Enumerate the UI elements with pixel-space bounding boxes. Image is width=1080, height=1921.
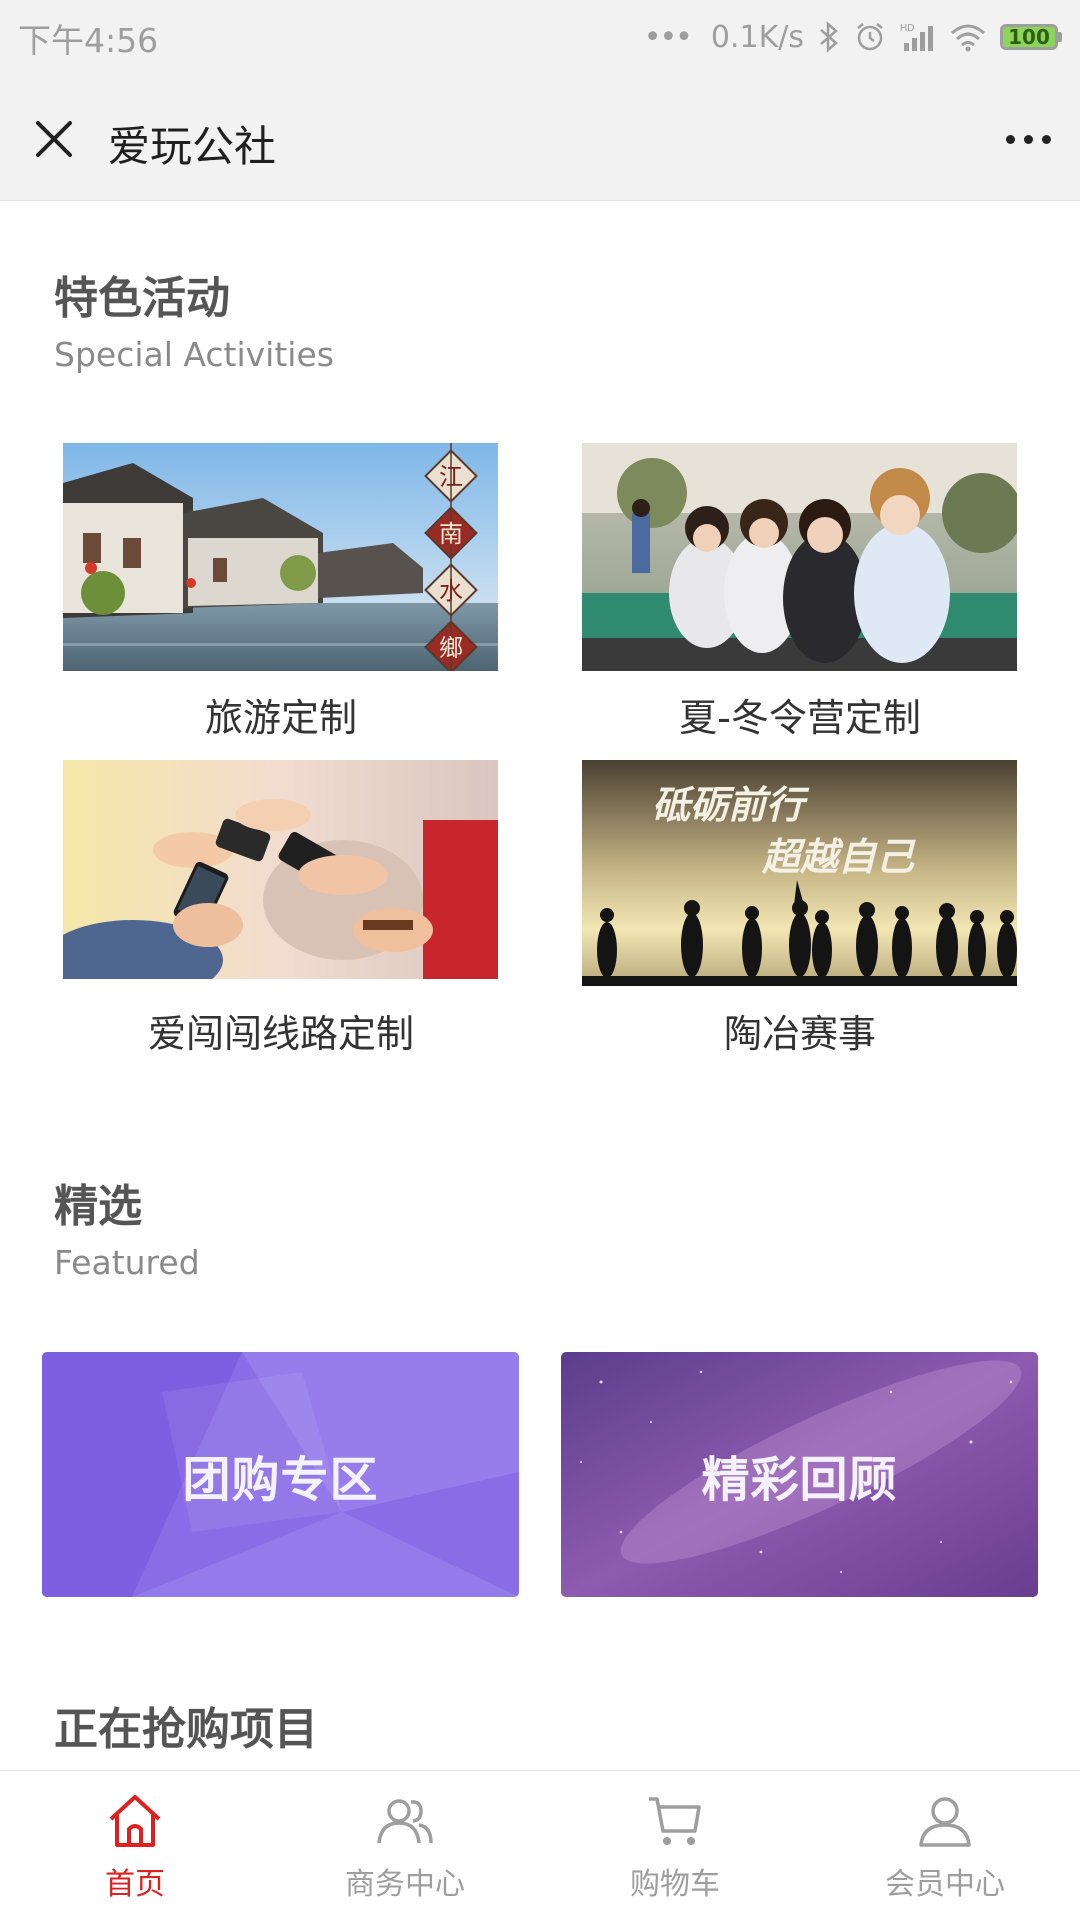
status-time: 下午4:56 <box>18 21 159 60</box>
highlights-label: 精彩回顾 <box>701 1451 898 1508</box>
wifi-icon <box>951 24 985 52</box>
tab-cart-label: 购物车 <box>630 1867 720 1902</box>
activity-label-travel[interactable]: 旅游定制 <box>63 687 499 742</box>
flash-sale-title: 正在抢购项目 <box>54 1704 318 1755</box>
slogan-line-1: 砥砺前行 <box>652 782 810 827</box>
close-icon[interactable] <box>26 111 82 167</box>
banner-char: 南 <box>439 520 463 548</box>
svg-text:HD: HD <box>900 23 914 34</box>
water-town-image: 江 南 水 鄉 <box>63 443 498 671</box>
dot <box>1023 134 1033 144</box>
slogan-line-2: 超越自己 <box>761 834 916 879</box>
tab-home-label: 首页 <box>105 1867 165 1902</box>
featured-subtitle: Featured <box>54 1243 200 1282</box>
status-bar: 下午4:56 ••• 0.1K/s HD 100 <box>0 0 1080 75</box>
notification-dots: ••• <box>643 19 693 55</box>
tab-home[interactable]: 首页 <box>0 1771 270 1921</box>
tab-business-label: 商务中心 <box>345 1867 465 1902</box>
more-dots-icon[interactable] <box>996 111 1060 167</box>
tab-member-label: 会员中心 <box>885 1867 1005 1902</box>
activity-tile-travel[interactable]: 江 南 水 鄉 <box>63 443 498 671</box>
network-speed: 0.1K/s <box>710 19 804 55</box>
bottom-tabbar: 首页 商务中心 购物车 会员中心 <box>0 1770 1080 1920</box>
banner-char: 江 <box>439 463 463 491</box>
banner-char: 鄉 <box>439 634 463 662</box>
activity-tile-camp[interactable] <box>582 443 1017 671</box>
activity-tile-route[interactable] <box>63 760 498 979</box>
activity-label-competition[interactable]: 陶冶赛事 <box>582 1003 1018 1058</box>
activity-tile-competition[interactable]: 砥砺前行 超越自己 <box>582 760 1017 986</box>
activity-label-route[interactable]: 爱闯闯线路定制 <box>63 1003 499 1058</box>
group-buy-label: 团购专区 <box>182 1451 379 1508</box>
phones-image <box>63 760 498 979</box>
battery-tip <box>1058 32 1062 42</box>
nav-bar: 爱玩公社 <box>0 75 1080 201</box>
battery-indicator: 100 <box>1000 24 1062 50</box>
home-icon <box>109 1795 161 1847</box>
tab-business[interactable]: 商务中心 <box>270 1771 540 1921</box>
signal-icon: HD <box>900 23 933 51</box>
users-icon <box>377 1799 433 1844</box>
camp-image <box>582 443 1017 671</box>
dot <box>1041 134 1051 144</box>
special-activities-title: 特色活动 <box>54 273 230 324</box>
group-buy-card[interactable]: 团购专区 <box>42 1352 519 1597</box>
alarm-icon <box>857 23 883 51</box>
status-icons: ••• 0.1K/s HD 100 <box>644 10 1062 64</box>
banner-char: 水 <box>439 577 463 605</box>
dot <box>1005 134 1015 144</box>
featured-title: 精选 <box>54 1181 142 1232</box>
activity-label-camp[interactable]: 夏-冬令营定制 <box>582 687 1018 742</box>
tab-cart[interactable]: 购物车 <box>540 1771 810 1921</box>
tab-member[interactable]: 会员中心 <box>810 1771 1080 1921</box>
cart-icon <box>649 1797 701 1845</box>
page-title: 爱玩公社 <box>108 122 277 171</box>
battery-level: 100 <box>1000 24 1058 50</box>
bluetooth-icon <box>820 21 838 53</box>
hikers-image: 砥砺前行 超越自己 <box>582 760 1017 986</box>
user-icon <box>919 1797 971 1847</box>
highlights-card[interactable]: 精彩回顾 <box>561 1352 1038 1597</box>
special-activities-subtitle: Special Activities <box>54 335 334 374</box>
